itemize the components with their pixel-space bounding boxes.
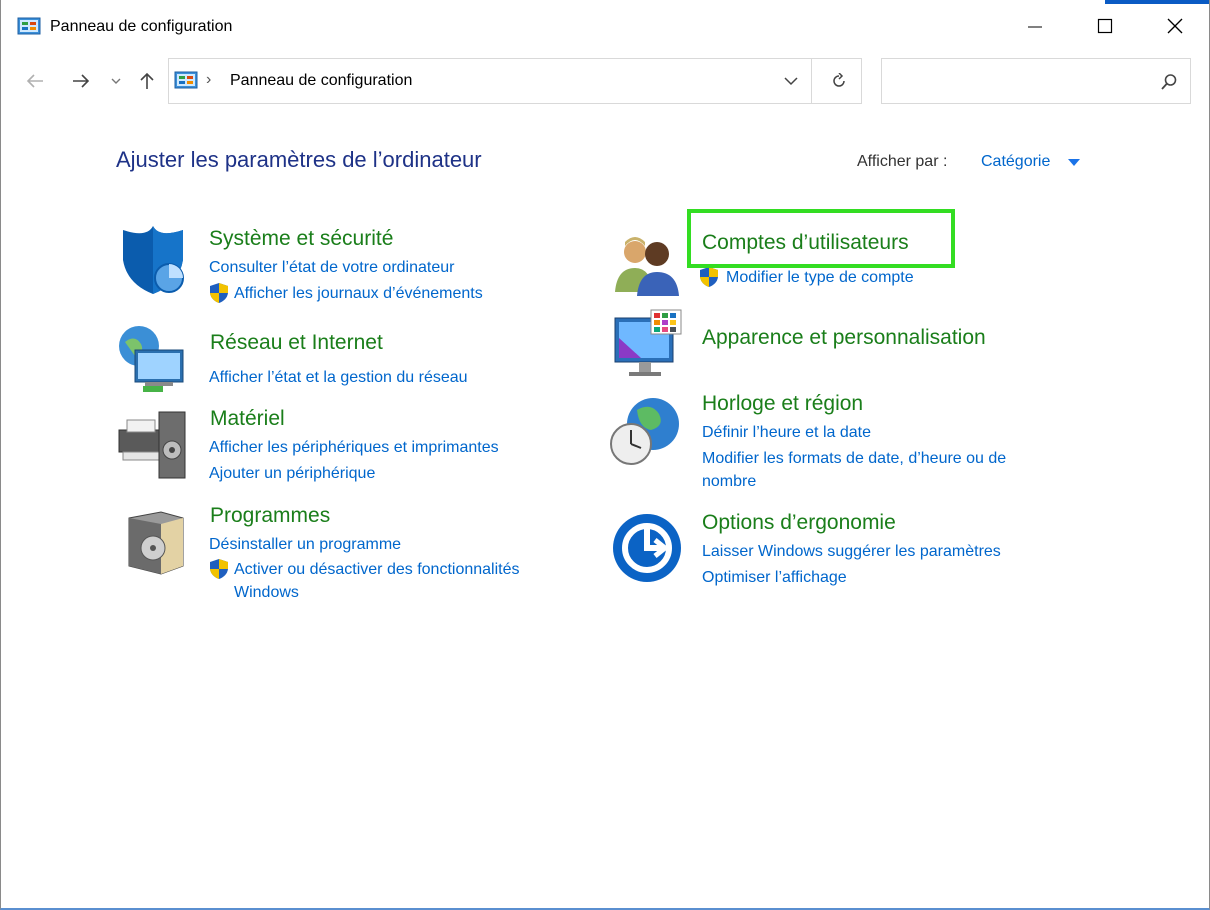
refresh-icon: [833, 73, 845, 87]
link-view-computer-status[interactable]: Consulter l’état de votre ordinateur: [209, 258, 454, 278]
window-title: Panneau de configuration: [50, 18, 233, 35]
link-let-windows-suggest[interactable]: Laisser Windows suggérer les paramètres: [702, 542, 1001, 562]
link-turn-windows-features[interactable]: Activer ou désactiver des fonctionnalité…: [234, 560, 519, 580]
programs-box-icon[interactable]: [121, 504, 195, 578]
security-shield-icon[interactable]: [117, 224, 191, 298]
category-title-system[interactable]: Système et sécurité: [209, 227, 393, 251]
address-dropdown-button[interactable]: [773, 59, 809, 103]
link-change-account-type[interactable]: Modifier le type de compte: [726, 268, 914, 288]
link-change-formats-cont[interactable]: nombre: [702, 472, 756, 492]
search-input[interactable]: [881, 58, 1191, 104]
control-panel-icon: [17, 17, 41, 35]
back-button[interactable]: [23, 66, 47, 96]
link-add-device[interactable]: Ajouter un périphérique: [209, 464, 375, 484]
link-set-time-date[interactable]: Définir l’heure et la date: [702, 423, 871, 443]
close-button[interactable]: [1140, 4, 1210, 48]
address-divider: [811, 59, 812, 103]
view-by-dropdown[interactable]: Catégorie: [981, 153, 1050, 171]
category-title-clock[interactable]: Horloge et région: [702, 392, 863, 416]
control-panel-icon: [174, 71, 198, 89]
appearance-monitor-icon[interactable]: [611, 308, 685, 382]
control-panel-window: Panneau de configuration › Panneau de co…: [0, 0, 1210, 910]
user-accounts-icon[interactable]: [611, 228, 685, 302]
recent-locations-button[interactable]: [107, 66, 125, 96]
ease-of-access-icon[interactable]: [611, 512, 685, 586]
breadcrumb-item[interactable]: Panneau de configuration: [230, 72, 412, 90]
up-arrow-icon: [140, 72, 154, 89]
address-bar[interactable]: › Panneau de configuration: [168, 58, 862, 104]
uac-shield-icon: [210, 283, 228, 303]
category-title-ease[interactable]: Options d’ergonomie: [702, 511, 896, 535]
clock-globe-icon[interactable]: [609, 394, 683, 468]
minimize-icon: [1028, 26, 1042, 28]
minimize-button[interactable]: [1000, 4, 1070, 48]
title-bar[interactable]: Panneau de configuration: [2, 4, 1209, 48]
highlight-box: [687, 209, 955, 268]
link-network-status[interactable]: Afficher l’état et la gestion du réseau: [209, 368, 468, 388]
maximize-icon: [1097, 18, 1113, 34]
chevron-down-icon: [111, 78, 121, 84]
forward-button[interactable]: [69, 66, 93, 96]
forward-arrow-icon: [73, 74, 90, 88]
category-title-network[interactable]: Réseau et Internet: [210, 331, 383, 355]
link-change-formats[interactable]: Modifier les formats de date, d’heure ou…: [702, 449, 1006, 469]
link-uninstall-program[interactable]: Désinstaller un programme: [209, 535, 401, 555]
link-view-event-logs[interactable]: Afficher les journaux d’événements: [234, 284, 483, 304]
view-by-label: Afficher par :: [857, 153, 948, 170]
uac-shield-icon: [700, 267, 718, 287]
network-globe-icon[interactable]: [115, 322, 189, 396]
uac-shield-icon: [210, 559, 228, 579]
hardware-printer-icon[interactable]: [115, 406, 189, 480]
maximize-button[interactable]: [1070, 4, 1140, 48]
search-icon: [1161, 74, 1177, 90]
up-button[interactable]: [135, 66, 159, 96]
back-arrow-icon: [26, 74, 43, 88]
category-title-hardware[interactable]: Matériel: [210, 407, 285, 431]
page-title: Ajuster les paramètres de l’ordinateur: [116, 147, 482, 172]
category-title-appearance[interactable]: Apparence et personnalisation: [702, 326, 986, 350]
link-view-devices-printers[interactable]: Afficher les périphériques et imprimante…: [209, 438, 499, 458]
caret-down-icon[interactable]: [1068, 159, 1080, 166]
chevron-down-icon: [784, 77, 798, 86]
category-title-programs[interactable]: Programmes: [210, 504, 330, 528]
breadcrumb-separator[interactable]: ›: [206, 71, 211, 89]
link-turn-windows-features-cont[interactable]: Windows: [234, 583, 299, 603]
refresh-button[interactable]: [819, 59, 859, 103]
close-icon: [1167, 18, 1183, 34]
link-optimize-display[interactable]: Optimiser l’affichage: [702, 568, 847, 588]
